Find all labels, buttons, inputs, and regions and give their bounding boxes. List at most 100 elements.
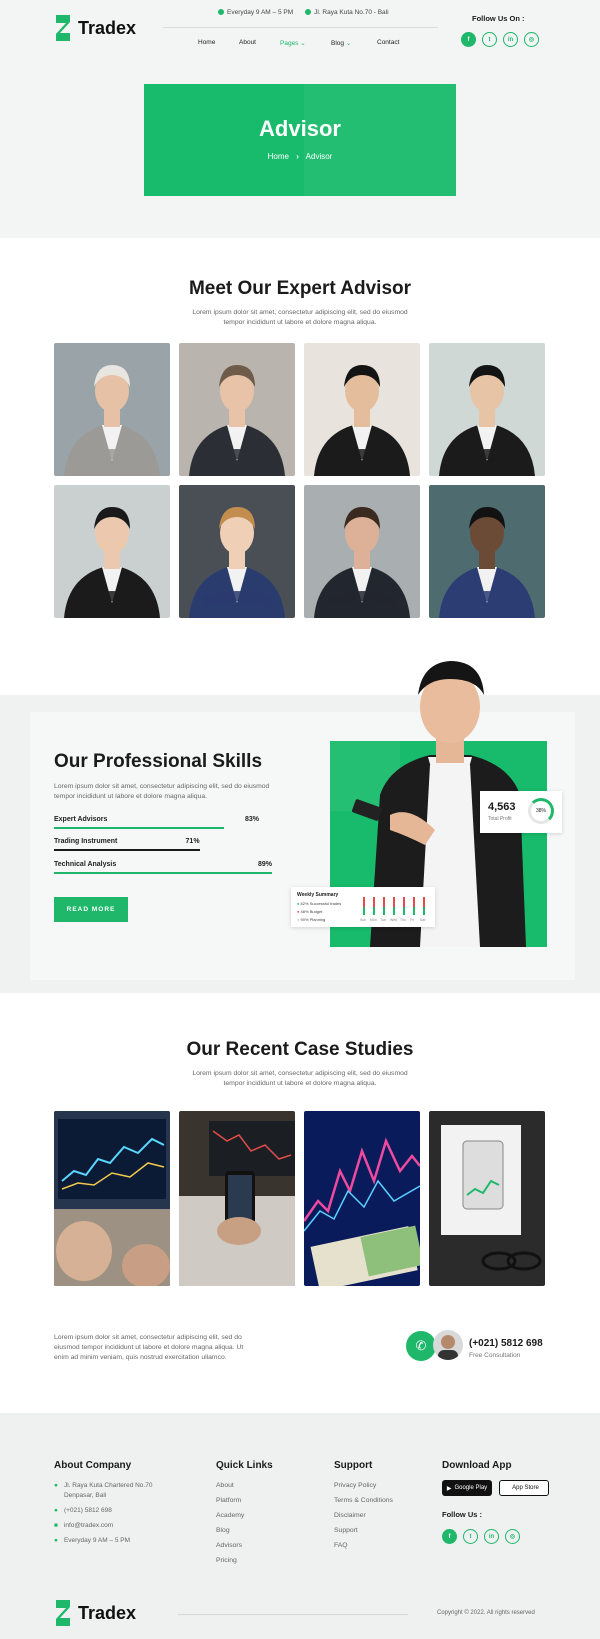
skills-text-line2: tempor incididunt ut labore et dolore ma… [54, 793, 208, 800]
footer-support-links: Privacy Policy Terms & Conditions Disclaim… [334, 1478, 393, 1553]
footer-quick-link[interactable]: About [216, 1478, 244, 1493]
footer-support-link[interactable]: Terms & Conditions [334, 1493, 393, 1508]
advisor-portrait [304, 485, 420, 618]
facebook-icon[interactable]: f [442, 1529, 457, 1544]
footer-support-link[interactable]: Privacy Policy [334, 1478, 393, 1493]
profit-percent: 38% [535, 808, 546, 814]
case-study-card[interactable] [429, 1111, 545, 1286]
contact-text-line2: eiusmod tempor incididunt ut labore et d… [54, 1344, 244, 1351]
footer-logo[interactable]: Tradex [54, 1600, 136, 1626]
header-socials: f t in ◎ [461, 32, 539, 47]
google-play-label: Google Play [454, 1485, 488, 1491]
footer-quick-link[interactable]: Blog [216, 1523, 244, 1538]
footer-quick-link[interactable]: Pricing [216, 1553, 244, 1568]
facebook-icon[interactable]: f [461, 32, 476, 47]
summary-day-label: Thu [400, 918, 407, 922]
summary-label: Planning [309, 917, 326, 922]
dot-icon: ● [297, 909, 300, 914]
skills-title: Our Professional Skills [54, 751, 263, 772]
footer-support-link[interactable]: Support [334, 1523, 393, 1538]
google-play-button[interactable]: ▶ Google Play [442, 1480, 492, 1496]
footer-quick-link[interactable]: Academy [216, 1508, 244, 1523]
profit-ring: 38% [528, 798, 554, 824]
skill-label: Trading Instrument [54, 838, 118, 845]
footer-about-title: About Company [54, 1460, 132, 1471]
case-study-card[interactable] [304, 1111, 420, 1286]
advisor-photo[interactable] [304, 485, 420, 618]
summary-bar-fill [383, 907, 385, 915]
advisor-portrait [429, 343, 545, 476]
address-text: Jl. Raya Kuta No.70 - Bali [314, 9, 389, 16]
hours-info: Everyday 9 AM – 5 PM [218, 9, 293, 16]
advisor-portrait [304, 343, 420, 476]
advisor-photo[interactable] [179, 343, 295, 476]
twitter-icon[interactable]: t [463, 1529, 478, 1544]
advisor-photo[interactable] [304, 343, 420, 476]
nav-pages-label: Pages [280, 40, 299, 47]
avatar-icon [438, 1335, 458, 1360]
advisor-photo[interactable] [429, 343, 545, 476]
instagram-icon[interactable]: ◎ [524, 32, 539, 47]
nav-blog[interactable]: Blog ⌄ [331, 39, 351, 47]
linkedin-icon[interactable]: in [484, 1529, 499, 1544]
follow-title: Follow Us On : [472, 14, 525, 23]
footer-socials: f t in ◎ [442, 1529, 520, 1544]
summary-label: Budget [309, 909, 323, 914]
advisor-photo[interactable] [54, 485, 170, 618]
contact-phone-label: Free Consultation [469, 1352, 521, 1359]
footer-about-info: ● Jl. Raya Kuta Chartered No.70 Denpasar, … [54, 1481, 152, 1546]
breadcrumb-home[interactable]: Home [268, 152, 289, 161]
hero-banner: Advisor Home › Advisor [144, 84, 456, 196]
footer-email[interactable]: ■ info@tradex.com [54, 1521, 152, 1531]
footer-phone[interactable]: ● (+021) 5812 698 [54, 1506, 152, 1516]
nav-home[interactable]: Home [198, 39, 215, 46]
dot-icon: ● [297, 917, 300, 922]
advisor-photo[interactable] [179, 485, 295, 618]
case-study-card[interactable] [54, 1111, 170, 1286]
footer-brand-name: Tradex [78, 1602, 137, 1623]
play-icon: ▶ [446, 1485, 452, 1492]
advisor-portrait [54, 343, 170, 476]
footer-quick-link[interactable]: Platform [216, 1493, 244, 1508]
footer-phone-text: (+021) 5812 698 [63, 1507, 112, 1514]
read-more-button[interactable]: READ MORE [54, 897, 128, 922]
footer-support-link[interactable]: Disclaimer [334, 1508, 393, 1523]
summary-bar-fill [363, 907, 365, 915]
nav-contact[interactable]: Contact [377, 39, 399, 46]
instagram-icon[interactable]: ◎ [505, 1529, 520, 1544]
profit-value: 4,563 [488, 801, 516, 813]
address-line1: Jl. Raya Kuta Chartered No.70 [63, 1482, 153, 1489]
skill-bar [54, 849, 200, 851]
summary-row: ● 48% Budget [297, 908, 341, 916]
hours-text: Everyday 9 AM – 5 PM [227, 9, 294, 16]
twitter-icon[interactable]: t [482, 32, 497, 47]
footer-support-title: Support [334, 1460, 373, 1471]
advisor-photo[interactable] [54, 343, 170, 476]
nav-about[interactable]: About [239, 39, 256, 46]
linkedin-icon[interactable]: in [503, 32, 518, 47]
case-study-card[interactable] [179, 1111, 295, 1286]
skill-value: 89% [257, 861, 272, 868]
phone-icon[interactable]: ✆ [406, 1331, 436, 1361]
top-info-bar: Everyday 9 AM – 5 PM Jl. Raya Kuta No.70… [218, 9, 389, 16]
contact-phone[interactable]: (+021) 5812 698 [469, 1338, 543, 1349]
clock-icon [218, 9, 224, 16]
summary-bar-fill [403, 907, 405, 915]
brand-logo[interactable]: Tradex [54, 15, 136, 41]
footer-quick-link[interactable]: Advisors [216, 1538, 244, 1553]
nav-pages[interactable]: Pages ⌄ [280, 39, 306, 47]
summary-pct: 82% [300, 901, 309, 906]
advisor-photo[interactable] [429, 485, 545, 618]
advisors-subtitle-line2: tempor incididunt ut labore et dolore ma… [223, 319, 377, 326]
phone-icon: ● [54, 1507, 58, 1514]
chevron-down-icon: ⌄ [345, 40, 352, 47]
weekly-summary-card: Weekly Summary ● 82% Successful trades ●… [291, 887, 435, 927]
location-pin-icon [305, 9, 312, 16]
summary-day-label: Sat [420, 918, 426, 922]
footer-support-link[interactable]: FAQ [334, 1538, 393, 1553]
summary-row: ● 82% Successful trades [297, 900, 341, 908]
app-store-button[interactable]: App Store [499, 1480, 549, 1496]
breadcrumb-separator-icon: › [296, 152, 299, 161]
summary-legend: ● 82% Successful trades ● 48% Budget ● 9… [297, 900, 341, 924]
skill-row: Expert Advisors 83% [54, 816, 259, 829]
